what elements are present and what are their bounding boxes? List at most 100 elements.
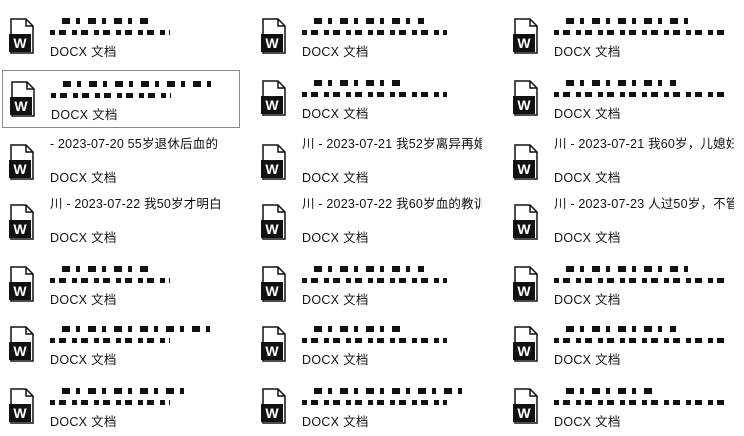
- scan-noise: [51, 93, 171, 98]
- scan-noise: [314, 80, 404, 86]
- file-item[interactable]: W DOCX 文档: [506, 8, 744, 66]
- word-doc-icon: W: [9, 326, 34, 362]
- file-type-label: DOCX 文档: [554, 107, 621, 121]
- svg-text:W: W: [517, 161, 531, 177]
- scan-noise: [50, 400, 170, 405]
- scan-noise: [566, 326, 676, 332]
- scan-noise: [566, 388, 656, 394]
- svg-text:W: W: [13, 161, 27, 177]
- file-item[interactable]: W DOCX 文档: [506, 316, 744, 374]
- word-doc-icon: W: [9, 266, 34, 302]
- word-doc-icon: W: [9, 144, 34, 180]
- svg-text:W: W: [14, 98, 28, 114]
- file-item[interactable]: W DOCX 文档: [254, 8, 492, 66]
- svg-text:W: W: [265, 35, 279, 51]
- svg-text:W: W: [13, 405, 27, 421]
- file-item[interactable]: W DOCX 文档: [2, 378, 240, 436]
- svg-text:W: W: [517, 343, 531, 359]
- file-name: - 2023-07-20 55岁退休后血的: [50, 137, 219, 151]
- file-item[interactable]: W 川 - 2023-07-22 我60岁血的教训 DOCX 文档: [254, 194, 492, 252]
- word-doc-icon: W: [261, 326, 286, 362]
- file-item[interactable]: W DOCX 文档: [254, 256, 492, 314]
- word-doc-icon: W: [9, 204, 34, 240]
- scan-noise: [302, 30, 447, 35]
- file-type-label: DOCX 文档: [302, 171, 369, 185]
- svg-text:W: W: [265, 97, 279, 113]
- file-type-label: DOCX 文档: [554, 293, 621, 307]
- file-type-label: DOCX 文档: [50, 171, 117, 185]
- scan-noise: [314, 326, 404, 332]
- file-type-label: DOCX 文档: [50, 231, 117, 245]
- scan-noise: [62, 18, 152, 24]
- file-item[interactable]: W DOCX 文档: [506, 378, 744, 436]
- file-item[interactable]: W 川 - 2023-07-21 我52岁离异再婚 DOCX 文档: [254, 134, 492, 192]
- file-item[interactable]: W DOCX 文档: [2, 256, 240, 314]
- svg-text:W: W: [517, 35, 531, 51]
- scan-noise: [554, 92, 724, 97]
- scan-noise: [566, 80, 676, 86]
- scan-noise: [566, 18, 696, 24]
- file-item[interactable]: W 川 - 2023-07-22 我50岁才明白 DOCX 文档: [2, 194, 240, 252]
- file-name: 川 - 2023-07-22 我60岁血的教训: [302, 197, 482, 211]
- file-type-label: DOCX 文档: [554, 45, 621, 59]
- file-item[interactable]: W DOCX 文档: [254, 378, 492, 436]
- file-item[interactable]: W DOCX 文档: [2, 316, 240, 374]
- scan-noise: [314, 266, 424, 272]
- file-item[interactable]: W - 2023-07-20 55岁退休后血的 DOCX 文档: [2, 134, 240, 192]
- scan-noise: [62, 266, 152, 272]
- svg-text:W: W: [265, 405, 279, 421]
- word-doc-icon: W: [513, 18, 538, 54]
- svg-text:W: W: [13, 283, 27, 299]
- word-doc-icon: W: [261, 388, 286, 424]
- scan-noise: [302, 278, 447, 283]
- file-item[interactable]: W DOCX 文档: [2, 70, 240, 128]
- word-doc-icon: W: [261, 266, 286, 302]
- word-doc-icon: W: [513, 266, 538, 302]
- word-doc-icon: W: [10, 81, 35, 117]
- svg-text:W: W: [265, 343, 279, 359]
- file-type-label: DOCX 文档: [302, 353, 369, 367]
- svg-text:W: W: [517, 221, 531, 237]
- svg-text:W: W: [265, 221, 279, 237]
- file-name: 川 - 2023-07-23 人过50岁，不管: [554, 197, 734, 211]
- scan-noise: [554, 338, 724, 343]
- word-doc-icon: W: [261, 18, 286, 54]
- file-type-label: DOCX 文档: [302, 231, 369, 245]
- svg-text:W: W: [265, 161, 279, 177]
- scan-noise: [302, 92, 447, 97]
- file-item[interactable]: W 川 - 2023-07-21 我60岁，儿媳妇 DOCX 文档: [506, 134, 744, 192]
- scan-noise: [554, 30, 724, 35]
- word-doc-icon: W: [513, 388, 538, 424]
- word-doc-icon: W: [261, 204, 286, 240]
- file-item[interactable]: W DOCX 文档: [506, 256, 744, 314]
- file-name: 川 - 2023-07-22 我50岁才明白: [50, 197, 222, 211]
- word-doc-icon: W: [261, 144, 286, 180]
- word-doc-icon: W: [513, 80, 538, 116]
- scan-noise: [554, 278, 724, 283]
- word-doc-icon: W: [513, 204, 538, 240]
- scan-noise: [302, 338, 447, 343]
- scan-noise: [62, 326, 212, 332]
- word-doc-icon: W: [9, 388, 34, 424]
- svg-text:W: W: [13, 221, 27, 237]
- file-type-label: DOCX 文档: [554, 231, 621, 245]
- file-item[interactable]: W DOCX 文档: [2, 8, 240, 66]
- scan-noise: [302, 400, 447, 405]
- file-item[interactable]: W DOCX 文档: [506, 70, 744, 128]
- file-type-label: DOCX 文档: [554, 353, 621, 367]
- file-item[interactable]: W DOCX 文档: [254, 316, 492, 374]
- file-name: 川 - 2023-07-21 我52岁离异再婚: [302, 137, 482, 151]
- file-grid: W DOCX 文档 W DOCX 文档 W DOCX 文档 W DOCX 文档 W DOCX 文档…: [0, 0, 744, 429]
- file-type-label: DOCX 文档: [50, 415, 117, 429]
- scan-noise: [62, 388, 192, 394]
- scan-noise: [314, 388, 464, 394]
- svg-text:W: W: [13, 35, 27, 51]
- file-type-label: DOCX 文档: [50, 293, 117, 307]
- file-item[interactable]: W DOCX 文档: [254, 70, 492, 128]
- file-item[interactable]: W 川 - 2023-07-23 人过50岁，不管 DOCX 文档: [506, 194, 744, 252]
- svg-text:W: W: [265, 283, 279, 299]
- file-type-label: DOCX 文档: [302, 293, 369, 307]
- file-type-label: DOCX 文档: [302, 415, 369, 429]
- word-doc-icon: W: [261, 80, 286, 116]
- scan-noise: [50, 338, 170, 343]
